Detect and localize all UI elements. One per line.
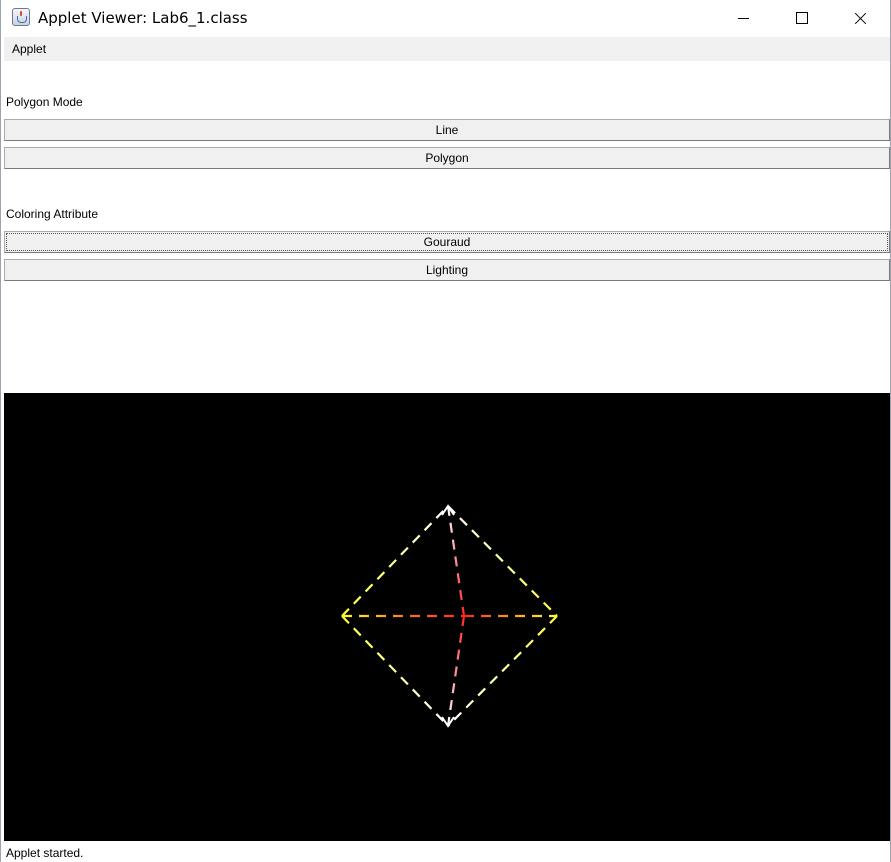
- polygon-button[interactable]: Polygon: [4, 147, 890, 169]
- gouraud-button[interactable]: Gouraud: [4, 231, 890, 253]
- coloring-attribute-label: Coloring Attribute: [6, 207, 99, 221]
- status-bar: Applet started.: [4, 844, 890, 862]
- edge-vertical-bottom: [446, 615, 466, 727]
- edge-vertical-top: [446, 505, 466, 617]
- menu-applet[interactable]: Applet: [12, 42, 46, 56]
- title-bar[interactable]: Applet Viewer: Lab6_1.class: [1, 0, 890, 37]
- close-icon[interactable]: [838, 0, 884, 37]
- window-title: Applet Viewer: Lab6_1.class: [38, 9, 248, 27]
- edge-top-left: [341, 505, 449, 617]
- applet-viewer-window: Applet Viewer: Lab6_1.class Applet Polyg…: [0, 0, 891, 862]
- edge-bottom-left: [341, 615, 449, 727]
- octahedron-wireframe: [341, 504, 558, 728]
- edge-bottom-right: [447, 615, 558, 727]
- maximize-icon[interactable]: [779, 0, 825, 37]
- minimize-icon[interactable]: [720, 0, 766, 37]
- line-button[interactable]: Line: [4, 119, 890, 141]
- menu-bar: Applet: [4, 37, 890, 61]
- java-applet-icon: [12, 8, 30, 26]
- polygon-mode-label: Polygon Mode: [6, 95, 83, 109]
- edge-top-right: [447, 505, 558, 617]
- lighting-button[interactable]: Lighting: [4, 259, 890, 281]
- 3d-canvas[interactable]: [4, 393, 890, 841]
- status-text: Applet started.: [6, 846, 84, 860]
